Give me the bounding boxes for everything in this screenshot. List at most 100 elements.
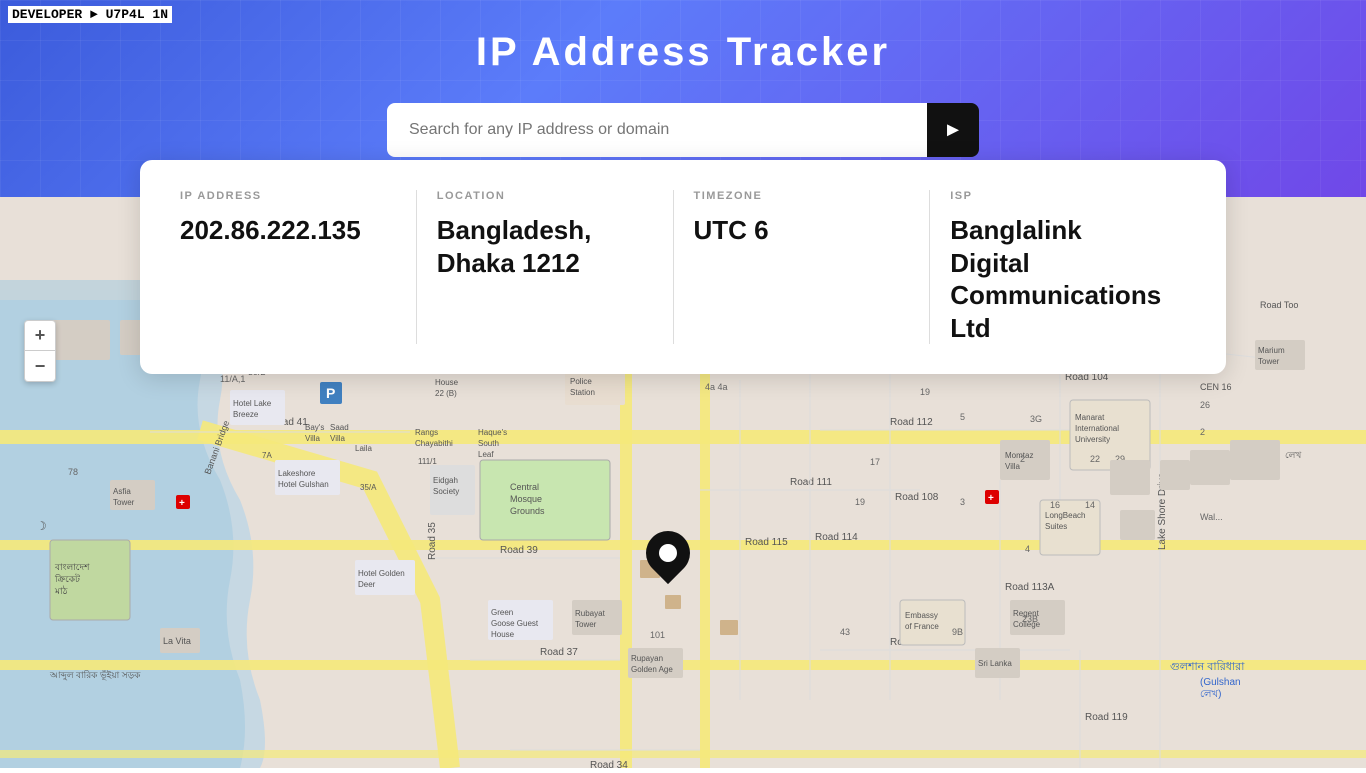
svg-text:মাঠ: মাঠ [54,585,68,596]
svg-text:Manarat: Manarat [1075,413,1105,422]
isp-value: Banglalink Digital Communications Ltd [950,214,1166,344]
svg-text:Eidgah: Eidgah [433,476,458,485]
svg-text:Villa: Villa [1005,462,1021,471]
svg-text:University: University [1075,435,1110,444]
zoom-in-button[interactable]: + [25,321,55,351]
svg-text:Mosque: Mosque [510,494,542,504]
svg-text:26: 26 [1200,400,1210,410]
svg-text:111/1: 111/1 [418,457,437,466]
ip-address-section: IP ADDRESS 202.86.222.135 [180,190,417,344]
svg-text:Grounds: Grounds [510,506,545,516]
svg-text:Lakeshore: Lakeshore [278,469,316,478]
svg-text:3G: 3G [1030,414,1042,424]
svg-text:+: + [988,493,994,504]
developer-tag: DEVELOPER ► U7P4L 1N [8,6,172,23]
svg-text:Leaf: Leaf [478,450,494,459]
svg-text:Villa: Villa [305,434,321,443]
svg-text:South: South [478,439,499,448]
svg-text:Breeze: Breeze [233,410,259,419]
svg-text:Road 114: Road 114 [815,532,858,543]
search-input[interactable] [387,103,927,157]
svg-text:Rupayan: Rupayan [631,654,663,663]
svg-text:আব্দুল বারিক ভূঁইয়া সড়ক: আব্দুল বারিক ভূঁইয়া সড়ক [49,669,141,681]
svg-text:43: 43 [840,627,850,637]
svg-text:Bay's: Bay's [305,423,324,432]
svg-text:Laila: Laila [355,444,372,453]
svg-text:Road 119: Road 119 [1085,712,1128,723]
search-arrow-icon: ► [943,119,963,142]
svg-text:Road 108: Road 108 [895,492,939,503]
svg-text:Saad: Saad [330,423,349,432]
svg-text:Hotel Golden: Hotel Golden [358,569,405,578]
ip-address-label: IP ADDRESS [180,190,396,202]
svg-text:Station: Station [570,388,595,397]
svg-text:16: 16 [1050,500,1060,510]
isp-label: ISP [950,190,1166,202]
info-card: IP ADDRESS 202.86.222.135 LOCATION Bangl… [140,160,1226,374]
svg-text:17: 17 [870,457,880,467]
location-section: LOCATION Bangladesh, Dhaka 1212 [417,190,674,344]
svg-text:International: International [1075,424,1119,433]
svg-text:Chayabithi: Chayabithi [415,439,453,448]
svg-text:7A: 7A [262,451,272,460]
svg-text:Central: Central [510,482,539,492]
svg-text:Hotel Lake: Hotel Lake [233,399,272,408]
svg-text:+: + [179,498,185,509]
svg-text:Road 113A: Road 113A [1005,582,1055,593]
svg-text:101: 101 [650,630,665,640]
svg-text:Goose Guest: Goose Guest [491,619,539,628]
svg-text:2: 2 [1020,454,1025,464]
svg-text:Hotel Gulshan: Hotel Gulshan [278,480,329,489]
svg-text:লেখ): লেখ) [1200,689,1221,700]
isp-section: ISP Banglalink Digital Communications Lt… [930,190,1186,344]
svg-text:Villa: Villa [330,434,346,443]
timezone-label: TIMEZONE [694,190,910,202]
svg-text:House: House [491,630,515,639]
svg-text:Suites: Suites [1045,522,1067,531]
svg-text:2: 2 [1200,427,1205,437]
svg-text:Road Too: Road Too [1260,300,1298,310]
svg-text:Road 34: Road 34 [590,760,628,768]
location-label: LOCATION [437,190,653,202]
timezone-value: UTC 6 [694,214,910,247]
svg-text:of France: of France [905,622,939,631]
zoom-out-button[interactable]: − [25,351,55,381]
svg-text:Sri Lanka: Sri Lanka [978,659,1012,668]
search-container: ► [0,103,1366,157]
svg-text:CEN 16: CEN 16 [1200,382,1232,392]
search-button[interactable]: ► [927,103,979,157]
svg-text:P: P [326,385,335,401]
svg-text:Road 111: Road 111 [790,477,832,488]
svg-text:Road 37: Road 37 [540,647,578,658]
svg-text:Asfia: Asfia [113,487,131,496]
svg-text:4a 4a: 4a 4a [705,382,728,392]
svg-text:Road 115: Road 115 [745,537,788,548]
svg-text:Embassy: Embassy [905,611,938,620]
svg-text:বাংলাদেশ: বাংলাদেশ [54,562,90,572]
svg-text:Green: Green [491,608,513,617]
svg-text:19: 19 [920,387,930,397]
svg-text:22 (B): 22 (B) [435,389,457,398]
map-pin [646,531,690,575]
svg-text:Rubayat: Rubayat [575,609,606,618]
ip-address-value: 202.86.222.135 [180,214,396,247]
svg-text:LongBeach: LongBeach [1045,511,1085,520]
svg-text:14: 14 [1085,500,1095,510]
svg-text:23B: 23B [1022,614,1038,624]
svg-text:19: 19 [855,497,865,507]
svg-text:House: House [435,378,459,387]
svg-text:11/A,1: 11/A,1 [220,374,245,384]
svg-text:Society: Society [433,487,459,496]
svg-text:Golden Age: Golden Age [631,665,673,674]
timezone-section: TIMEZONE UTC 6 [674,190,931,344]
svg-text:4: 4 [1025,544,1030,554]
svg-text:Tower: Tower [575,620,597,629]
svg-text:Road 35: Road 35 [427,522,438,560]
svg-text:Police: Police [570,377,592,386]
svg-text:Road 39: Road 39 [500,545,538,556]
svg-text:ক্রিকেট: ক্রিকেট [54,573,81,584]
svg-text:Haque's: Haque's [478,428,507,437]
svg-text:5: 5 [960,412,965,422]
svg-text:গুলশান বারিধারা: গুলশান বারিধারা [1170,660,1245,673]
svg-text:☽: ☽ [36,519,47,533]
